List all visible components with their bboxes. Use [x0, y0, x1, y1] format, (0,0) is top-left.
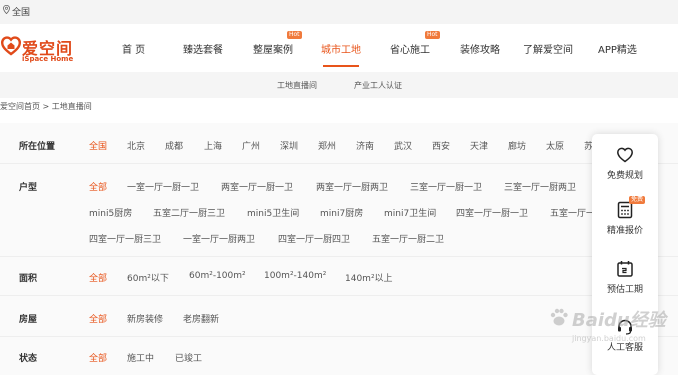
nav-home[interactable]: 首 页 — [122, 41, 145, 56]
breadcrumb: 爱空间首页 > 工地直播间 — [0, 101, 92, 112]
filter-location-option[interactable]: 成都 — [165, 139, 183, 152]
filter-label-status: 状态 — [19, 354, 38, 364]
filter-layout-option[interactable]: 一室一厅一厨两卫 — [183, 232, 255, 245]
filter-location-option[interactable]: 广州 — [242, 139, 260, 152]
filter-label-area: 面积 — [19, 274, 38, 284]
city-selector[interactable]: 全国 — [12, 5, 30, 18]
filter-status-option[interactable]: 全部 — [89, 351, 107, 364]
header: 爱空间 iSpace Home 首 页 臻选套餐 整屋案例 Hot 城市工地 省… — [0, 24, 678, 72]
filter-layout-option[interactable]: 五室二厅一厨三卫 — [153, 206, 225, 219]
filter-location-option[interactable]: 深圳 — [280, 139, 298, 152]
subnav-certification[interactable]: 产业工人认证 — [354, 80, 402, 91]
filter-location-option[interactable]: 廊坊 — [508, 139, 526, 152]
filter-panel: 所在位置 全国 北京 成都 上海 广州 深圳 郑州 济南 武汉 西安 天津 廊坊… — [0, 123, 678, 375]
filter-status-option[interactable]: 施工中 — [127, 351, 154, 364]
filter-layout-option[interactable]: mini7厨房 — [320, 206, 363, 219]
filter-layout-option[interactable]: 两室一厅一厨一卫 — [221, 180, 293, 193]
subnav-live[interactable]: 工地直播间 — [277, 80, 317, 91]
filter-layout-option[interactable]: mini5卫生间 — [247, 206, 299, 219]
customer-service-label: 人工客服 — [606, 343, 643, 353]
filter-house-option[interactable]: 新房装修 — [127, 312, 163, 325]
brand-logo[interactable]: 爱空间 iSpace Home — [0, 33, 100, 67]
filter-location-option[interactable]: 上海 — [204, 139, 222, 152]
breadcrumb-home[interactable]: 爱空间首页 — [0, 102, 40, 111]
nav-cases[interactable]: 整屋案例 — [253, 41, 293, 56]
row-divider — [0, 336, 678, 337]
filter-area-option[interactable]: 60m²-100m² — [189, 271, 246, 281]
filter-area-option[interactable]: 全部 — [89, 271, 107, 284]
filter-layout-option[interactable]: 一室一厅一厨一卫 — [127, 180, 199, 193]
precise-quote-button[interactable]: 免费 精准报价 — [592, 196, 658, 236]
floating-service-panel: 免费规划 免费 精准报价 预估工期 人工客服 — [592, 134, 658, 375]
free-planning-label: 免费规划 — [606, 171, 643, 181]
calendar-icon — [617, 261, 633, 277]
customer-service-button[interactable]: 人工客服 — [592, 318, 658, 353]
breadcrumb-current: 工地直播间 — [51, 102, 92, 111]
filter-location-option[interactable]: 北京 — [127, 139, 145, 152]
precise-quote-label: 精准报价 — [606, 226, 643, 236]
filter-area-option[interactable]: 60m²以下 — [127, 271, 169, 284]
filter-house-option[interactable]: 老房翻新 — [183, 312, 219, 325]
active-tab-indicator — [323, 65, 359, 67]
filter-house-option[interactable]: 全部 — [89, 312, 107, 325]
filter-location-option[interactable]: 天津 — [470, 139, 488, 152]
filter-location-option[interactable]: 济南 — [356, 139, 374, 152]
nav-guides[interactable]: 装修攻略 — [460, 41, 500, 56]
nav-construction[interactable]: 省心施工 — [390, 41, 430, 56]
filter-location-option[interactable]: 西安 — [432, 139, 450, 152]
free-planning-button[interactable]: 免费规划 — [592, 146, 658, 181]
row-divider — [0, 256, 678, 257]
brand-english-name: iSpace Home — [22, 55, 74, 63]
location-pin-icon — [3, 5, 10, 14]
service-icon — [618, 319, 632, 335]
hot-badge: Hot — [287, 31, 302, 39]
filter-layout-option[interactable]: 三室一厅一厨一卫 — [410, 180, 482, 193]
filter-status-option[interactable]: 已竣工 — [175, 351, 202, 364]
filter-location-option[interactable]: 武汉 — [394, 139, 412, 152]
filter-label-location: 所在位置 — [19, 142, 56, 152]
row-divider — [0, 295, 678, 296]
nav-packages[interactable]: 臻选套餐 — [183, 41, 223, 56]
filter-location-option[interactable]: 太原 — [546, 139, 564, 152]
filter-layout-option[interactable]: 四室一厅一厨三卫 — [89, 232, 161, 245]
sub-nav: 工地直播间 产业工人认证 — [0, 72, 678, 98]
filter-label-house: 房屋 — [19, 315, 38, 325]
top-bar: 全国 — [0, 0, 678, 25]
filter-layout-option[interactable]: 五室一厅一 — [550, 206, 595, 219]
free-badge: 免费 — [629, 196, 646, 204]
filter-layout-option[interactable]: mini7卫生间 — [384, 206, 436, 219]
estimate-duration-button[interactable]: 预估工期 — [592, 260, 658, 295]
filter-location-option[interactable]: 郑州 — [318, 139, 336, 152]
filter-layout-option[interactable]: mini5厨房 — [89, 206, 132, 219]
filter-layout-option[interactable]: 五室一厅一厨二卫 — [372, 232, 444, 245]
nav-app[interactable]: APP精选 — [598, 41, 637, 56]
nav-city-sites[interactable]: 城市工地 — [321, 41, 361, 56]
filter-area-option[interactable]: 140m²以上 — [345, 271, 393, 284]
breadcrumb-separator-icon: > — [42, 102, 50, 111]
filter-area-option[interactable]: 100m²-140m² — [264, 271, 326, 281]
filter-layout-option[interactable]: 四室一厅一厨四卫 — [278, 232, 350, 245]
filter-layout-option[interactable]: 两室一厅一厨两卫 — [316, 180, 388, 193]
row-divider — [0, 163, 678, 164]
filter-layout-option[interactable]: 四室一厅一厨一卫 — [456, 206, 528, 219]
estimate-duration-label: 预估工期 — [606, 285, 643, 295]
filter-layout-option[interactable]: 三室一厅一厨两卫 — [504, 180, 576, 193]
heart-house-logo-icon — [1, 36, 21, 56]
heart-icon — [617, 147, 633, 163]
nav-about[interactable]: 了解爱空间 — [523, 41, 573, 56]
filter-location-option[interactable]: 全国 — [89, 139, 107, 152]
filter-layout-option[interactable]: 全部 — [89, 180, 107, 193]
filter-label-layout: 户型 — [19, 183, 38, 193]
hot-badge: Hot — [425, 31, 440, 39]
